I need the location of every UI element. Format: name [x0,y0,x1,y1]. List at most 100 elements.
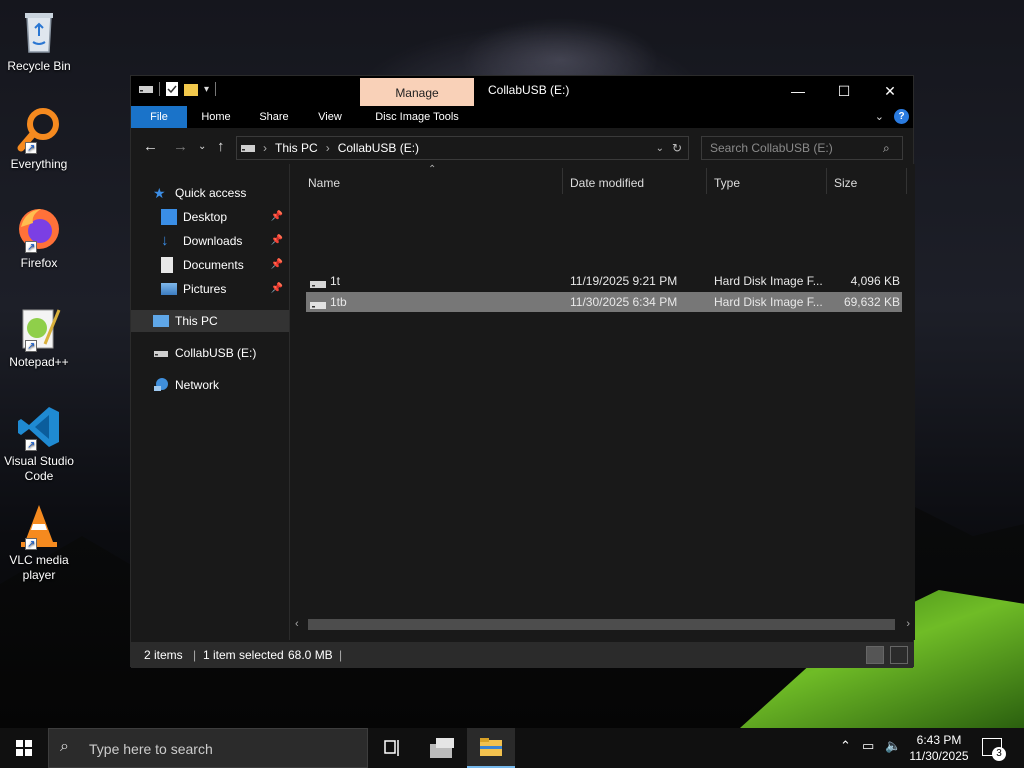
documents-icon [161,257,173,273]
start-button[interactable] [0,728,48,768]
desktop-icon-label: Everything [10,157,68,171]
tab-home[interactable]: Home [193,106,239,128]
desktop-icon-recycle-bin[interactable]: Recycle Bin [2,8,76,74]
tab-manage[interactable]: Manage [360,78,474,106]
pin-icon: 📌 [270,259,283,270]
column-header-size[interactable]: Size [834,170,857,196]
status-size: 68.0 MB [288,648,333,662]
pin-icon: 📌 [270,283,283,294]
table-row[interactable]: 1t 11/19/2025 9:21 PM Hard Disk Image F.… [306,271,902,291]
sidebar-item-downloads[interactable]: ↓ Downloads 📌 [131,230,289,252]
column-divider[interactable] [906,168,907,194]
clock-time: 6:43 PM [916,733,962,747]
tab-disc-image-tools[interactable]: Disc Image Tools [362,106,472,128]
file-type: Hard Disk Image F... [714,274,823,288]
file-date: 11/30/2025 6:34 PM [570,295,678,309]
file-list: ⌃ Name Date modified Type Size 1t 11/19/… [290,164,915,640]
column-header-date[interactable]: Date modified [570,170,644,196]
status-bar: 2 items | 1 item selected 68.0 MB | [131,642,913,668]
expand-ribbon-icon[interactable]: ⌄ [875,110,884,123]
sidebar-item-pictures[interactable]: Pictures 📌 [131,278,289,300]
column-divider[interactable] [562,168,563,194]
task-view-button[interactable] [368,728,416,768]
search-input[interactable]: Search CollabUSB (E:) [701,136,903,160]
tab-share[interactable]: Share [251,106,297,128]
clock-date: 11/30/2025 [909,749,969,763]
address-bar[interactable]: › This PC › CollabUSB (E:) ⌄ ↻ [236,136,689,160]
windows-logo-icon [16,740,32,756]
recent-locations-icon[interactable]: ⌄ [198,141,206,152]
navigation-bar: ← → ⌄ ↑ › This PC › CollabUSB (E:) ⌄ ↻ S… [131,128,913,166]
refresh-icon[interactable]: ↻ [672,141,682,155]
desktop-icon-vlc[interactable]: VLC media player [2,502,76,583]
clock[interactable]: 6:43 PM 11/30/2025 [904,732,974,764]
maximize-button[interactable]: ☐ [821,76,867,106]
show-hidden-icons-chevron-icon[interactable]: ⌃ [840,738,851,754]
pictures-icon [161,283,177,295]
notepad-plus-plus-icon [15,304,63,354]
details-view-button[interactable] [866,646,884,664]
sidebar-item-desktop[interactable]: Desktop 📌 [131,206,289,228]
close-button[interactable]: ✕ [867,76,913,106]
back-arrow-icon[interactable]: ← [143,138,158,155]
desktop-icon-vscode[interactable]: Visual Studio Code [2,403,76,484]
table-row[interactable]: 1tb 11/30/2025 6:34 PM Hard Disk Image F… [306,292,902,312]
chevron-right-icon: › [263,141,267,155]
sort-ascending-icon: ⌃ [428,164,437,175]
chevron-right-icon: › [325,141,330,155]
file-explorer-window[interactable]: ▾ Manage CollabUSB (E:) — ☐ ✕ File Home … [130,75,915,668]
shortcut-arrow-icon [25,240,37,255]
scroll-left-icon[interactable]: ‹ [295,616,299,633]
desktop-icon-everything[interactable]: Everything [2,106,76,172]
tab-view[interactable]: View [309,106,351,128]
file-name: 1t [330,274,341,288]
column-divider[interactable] [706,168,707,194]
file-name: 1tb [330,295,347,309]
desktop-icon-label: Notepad++ [9,355,69,369]
disk-image-icon [310,296,326,316]
taskbar-search-input[interactable]: Type here to search [48,728,368,768]
network-status-icon[interactable]: ▭ [862,738,874,754]
up-arrow-icon[interactable]: ↑ [217,138,225,155]
window-title: CollabUSB (E:) [488,83,570,97]
scrollbar-thumb[interactable] [308,619,895,630]
title-bar[interactable]: ▾ Manage CollabUSB (E:) — ☐ ✕ [131,76,913,106]
new-folder-icon[interactable] [184,82,198,96]
shortcut-arrow-icon [25,537,37,552]
desktop-icon-label: Firefox [20,256,58,270]
vlc-icon [15,502,63,552]
horizontal-scrollbar[interactable]: ‹ › [290,616,915,633]
shortcut-arrow-icon [25,438,37,453]
breadcrumb-this-pc[interactable]: This PC [275,141,318,155]
taskbar-app-disk-tool[interactable] [418,728,466,768]
sidebar-item-collabusb[interactable]: CollabUSB (E:) [131,342,289,364]
taskbar: Type here to search ⌕ ⌃ ▭ 🔈 6:43 PM 11/3… [0,728,1024,768]
properties-icon[interactable] [166,82,178,96]
breadcrumb-collabusb[interactable]: CollabUSB (E:) [338,141,419,155]
volume-muted-icon[interactable]: 🔈 [885,738,901,754]
star-icon: ★ [153,185,166,201]
help-icon[interactable]: ? [894,109,909,124]
sidebar-item-this-pc[interactable]: This PC [131,310,289,332]
computer-icon [153,315,169,327]
customize-qat-icon[interactable]: ▾ [204,84,209,95]
column-divider[interactable] [826,168,827,194]
forward-arrow-icon[interactable]: → [173,138,188,155]
desktop-icon-label: Recycle Bin [7,59,71,73]
desktop-folder-icon [161,209,177,225]
column-header-type[interactable]: Type [714,170,740,196]
large-icons-view-button[interactable] [890,646,908,664]
desktop-icon-firefox[interactable]: Firefox [2,205,76,271]
file-type: Hard Disk Image F... [714,295,823,309]
column-header-name[interactable]: Name [308,170,340,196]
vscode-icon [15,403,63,453]
taskbar-app-file-explorer[interactable] [467,728,515,768]
sidebar-item-quick-access[interactable]: ★ Quick access [131,182,289,204]
desktop-icon-notepad-plus-plus[interactable]: Notepad++ [2,304,76,370]
sidebar-item-documents[interactable]: Documents 📌 [131,254,289,276]
tab-file[interactable]: File [131,106,187,128]
scroll-right-icon[interactable]: › [906,616,910,633]
minimize-button[interactable]: — [775,76,821,106]
chevron-down-icon[interactable]: ⌄ [656,143,664,154]
sidebar-item-network[interactable]: Network [131,374,289,396]
